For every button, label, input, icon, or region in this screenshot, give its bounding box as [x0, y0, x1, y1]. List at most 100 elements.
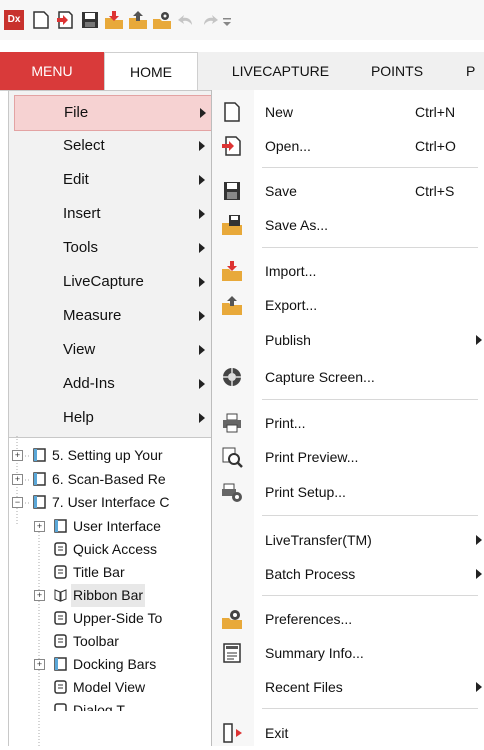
tree-item-label: Dialog T: [73, 702, 125, 711]
camera-aperture-icon: [223, 368, 241, 386]
open-icon[interactable]: [55, 10, 75, 30]
menu-print-setup[interactable]: Print Setup...: [212, 475, 484, 509]
menu-item-label: View: [63, 341, 96, 358]
page-icon: [54, 680, 67, 694]
separator: [262, 167, 478, 168]
book-icon: [33, 472, 46, 486]
page-icon: [54, 634, 67, 648]
expand-icon[interactable]: +: [34, 590, 45, 601]
menu-item-livecapture[interactable]: LiveCapture: [9, 265, 212, 299]
export-icon[interactable]: [128, 10, 148, 30]
redo-icon[interactable]: [200, 10, 220, 30]
collapse-icon[interactable]: −: [12, 497, 23, 508]
summary-info-icon: [223, 643, 241, 663]
menu-recent-files[interactable]: Recent Files: [212, 670, 484, 704]
tree-item-chapter-6[interactable]: + 6. Scan-Based Re: [9, 468, 214, 491]
menu-save-as[interactable]: Save As...: [212, 208, 484, 242]
menu-publish[interactable]: Publish: [212, 323, 484, 357]
separator: [262, 708, 478, 709]
menu-item-measure[interactable]: Measure: [9, 299, 212, 333]
tab-menu[interactable]: MENU: [0, 52, 104, 90]
shortcut-label: Ctrl+O: [415, 138, 456, 154]
tree-item-title-bar[interactable]: Title Bar: [9, 561, 214, 584]
menu-summary-info[interactable]: Summary Info...: [212, 636, 484, 670]
submenu-arrow-icon: [476, 535, 482, 545]
tree-item-model-view[interactable]: Model View: [9, 676, 214, 699]
tree-item-toolbar[interactable]: Toolbar: [9, 630, 214, 653]
menu-preferences[interactable]: Preferences...: [212, 602, 484, 636]
expand-icon[interactable]: +: [34, 521, 45, 532]
tab-partial[interactable]: P: [466, 52, 484, 90]
menu-item-add-ins[interactable]: Add-Ins: [9, 367, 212, 401]
menu-label: Batch Process: [265, 566, 356, 582]
menu-print-preview[interactable]: Print Preview...: [212, 440, 484, 474]
menu-item-view[interactable]: View: [9, 333, 212, 367]
menu-item-label: Add-Ins: [63, 375, 115, 392]
menu-item-insert[interactable]: Insert: [9, 197, 212, 231]
menu-item-label: Select: [63, 137, 105, 154]
new-document-icon[interactable]: [31, 10, 51, 30]
tab-livecapture[interactable]: LIVECAPTURE: [218, 52, 343, 90]
menu-open[interactable]: Open... Ctrl+O: [212, 129, 484, 163]
save-as-icon: [222, 215, 242, 235]
menu-label: Exit: [265, 725, 289, 741]
shortcut-label: Ctrl+S: [415, 183, 455, 199]
customize-dropdown-icon[interactable]: [221, 10, 233, 30]
tab-points[interactable]: POINTS: [354, 52, 440, 90]
preferences-icon: [222, 610, 242, 629]
menu-label: New: [265, 104, 294, 120]
navigation-tree: + 5. Setting up Your + 6. Scan-Based Re …: [8, 436, 214, 746]
menu-label: LiveTransfer(TM): [265, 532, 372, 548]
tree-item-user-interface[interactable]: + User Interface: [9, 515, 214, 538]
separator: [262, 595, 478, 596]
import-icon: [222, 261, 242, 281]
ribbon-tab-bar: MENU HOME LIVECAPTURE POINTS P: [0, 52, 484, 91]
undo-icon[interactable]: [176, 10, 196, 30]
menu-label: Open...: [265, 138, 311, 154]
quick-access-toolbar: Dx: [0, 0, 484, 40]
tree-item-docking-bars[interactable]: + Docking Bars: [9, 653, 214, 676]
menu-new[interactable]: New Ctrl+N: [212, 95, 484, 129]
expand-icon[interactable]: +: [12, 450, 23, 461]
preferences-icon[interactable]: [152, 10, 172, 30]
menu-item-select[interactable]: Select: [9, 129, 212, 163]
menu-item-help[interactable]: Help: [9, 401, 212, 435]
tree-item-chapter-5[interactable]: + 5. Setting up Your: [9, 444, 214, 467]
menu-batch-process[interactable]: Batch Process: [212, 557, 484, 591]
import-icon[interactable]: [104, 10, 124, 30]
app-logo[interactable]: Dx: [4, 10, 24, 30]
menu-export[interactable]: Export...: [212, 288, 484, 322]
new-document-icon: [224, 102, 240, 122]
submenu-arrow-icon: [199, 413, 205, 423]
menu-label: Publish: [265, 332, 311, 348]
menu-import[interactable]: Import...: [212, 254, 484, 288]
menu-item-tools[interactable]: Tools: [9, 231, 212, 265]
menu-item-label: Tools: [63, 239, 99, 256]
tree-item-dialog[interactable]: Dialog T: [9, 699, 214, 711]
expand-icon[interactable]: +: [12, 474, 23, 485]
menu-livetransfer[interactable]: LiveTransfer(TM): [212, 523, 484, 557]
save-icon[interactable]: [80, 10, 100, 30]
submenu-arrow-icon: [476, 682, 482, 692]
separator: [262, 247, 478, 248]
expand-icon[interactable]: +: [34, 659, 45, 670]
menu-item-file[interactable]: File: [14, 95, 212, 131]
submenu-arrow-icon: [199, 345, 205, 355]
tree-item-quick-access[interactable]: Quick Access: [9, 538, 214, 561]
book-icon: [33, 495, 46, 509]
tree-item-ribbon-bar[interactable]: + Ribbon Bar: [9, 584, 214, 607]
menu-exit[interactable]: Exit: [212, 716, 484, 750]
menu-item-label: Edit: [63, 171, 89, 188]
menu-save[interactable]: Save Ctrl+S: [212, 174, 484, 208]
menu-label: Preferences...: [265, 611, 353, 627]
save-icon: [224, 182, 240, 200]
menu-print[interactable]: Print...: [212, 406, 484, 440]
tree-item-label: Ribbon Bar: [71, 584, 146, 607]
tree-item-upper-side[interactable]: Upper-Side To: [9, 607, 214, 630]
book-icon: [54, 657, 67, 671]
tree-item-chapter-7[interactable]: − 7. User Interface C: [9, 491, 214, 514]
menu-item-label: File: [64, 104, 89, 121]
tab-home[interactable]: HOME: [104, 52, 198, 91]
menu-item-edit[interactable]: Edit: [9, 163, 212, 197]
menu-capture-screen[interactable]: Capture Screen...: [212, 360, 484, 394]
